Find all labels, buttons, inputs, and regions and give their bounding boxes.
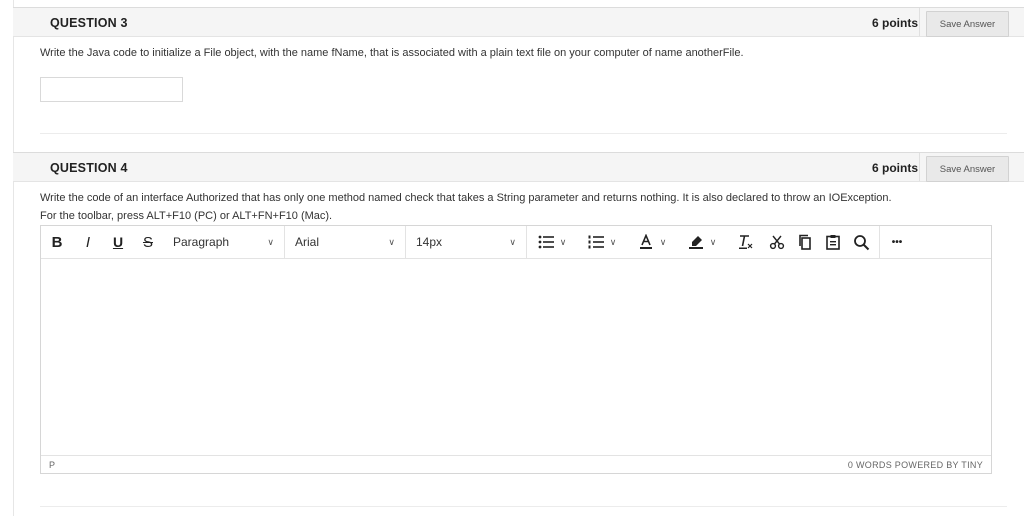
question-4: QUESTION 4 6 points Save Answer Write th… [13,152,1024,516]
chevron-down-icon: ∨ [388,236,395,247]
toolbar-hint: For the toolbar, press ALT+F10 (PC) or A… [40,210,333,222]
underline-button[interactable]: U [103,226,133,259]
question-3-title: QUESTION 3 [50,16,128,30]
paste-button[interactable] [819,226,847,259]
block-format-select[interactable]: Paragraph ∨ [163,226,284,259]
question-4-separator [40,506,1007,507]
numbered-list-icon [588,235,604,249]
font-size-select[interactable]: 14px ∨ [406,226,526,259]
word-count-branding: 0 WORDS POWERED BY TINY [847,459,983,470]
block-format-value: Paragraph [173,235,230,249]
element-path[interactable]: P [49,460,55,470]
editor-toolbar: B I U S Paragraph ∨ Arial ∨ 14px ∨ ∨ ∨ ∨… [41,225,991,259]
chevron-down-icon: ∨ [659,236,667,247]
chevron-down-icon: ∨ [609,236,617,247]
chevron-down-icon: ∨ [509,236,516,247]
bold-button[interactable]: B [41,226,73,259]
chevron-down-icon: ∨ [267,236,274,247]
question-3-separator [40,133,1007,134]
question-3-header: QUESTION 3 6 points Save Answer [13,7,1024,37]
font-family-select[interactable]: Arial ∨ [285,226,405,259]
search-button[interactable] [847,226,875,259]
question-4-points: 6 points [871,161,918,175]
highlight-button[interactable]: ∨ [677,226,727,259]
cut-icon [769,235,785,250]
strikethrough-button[interactable]: S [133,226,163,259]
copy-button[interactable] [791,226,819,259]
cut-button[interactable] [763,226,791,259]
numbered-list-button[interactable]: ∨ [577,226,627,259]
italic-button[interactable]: I [73,226,103,259]
points-divider [919,153,920,181]
clear-format-icon [739,235,753,249]
chevron-down-icon: ∨ [709,236,717,247]
bullet-list-button[interactable]: ∨ [527,226,577,259]
question-3-text: Write the Java code to initialize a File… [40,47,744,59]
chevron-down-icon: ∨ [559,236,567,247]
question-3: QUESTION 3 6 points Save Answer Write th… [13,7,1024,147]
text-color-icon [639,234,652,249]
question-4-text: Write the code of an interface Authorize… [40,192,892,204]
rich-text-editor: B I U S Paragraph ∨ Arial ∨ 14px ∨ ∨ ∨ ∨… [40,225,992,474]
more-options-button[interactable]: ••• [880,226,914,259]
paste-icon [826,235,840,250]
font-family-value: Arial [295,235,320,249]
font-size-value: 14px [416,235,443,249]
points-divider [919,8,920,36]
search-icon [853,234,869,250]
editor-statusbar: P 0 WORDS POWERED BY TINY [41,455,991,473]
text-color-button[interactable]: ∨ [627,226,677,259]
question-4-save-button[interactable]: Save Answer [926,156,1009,182]
bullet-list-icon [538,235,554,249]
clear-format-button[interactable] [727,226,763,259]
question-4-header: QUESTION 4 6 points Save Answer [13,152,1024,182]
question-4-title: QUESTION 4 [50,161,128,175]
question-3-answer-input[interactable] [40,77,183,102]
question-3-save-button[interactable]: Save Answer [926,11,1009,37]
question-3-points: 6 points [871,16,918,30]
editor-content-area[interactable] [41,259,991,455]
copy-icon [799,234,811,250]
highlight-icon [688,236,703,249]
